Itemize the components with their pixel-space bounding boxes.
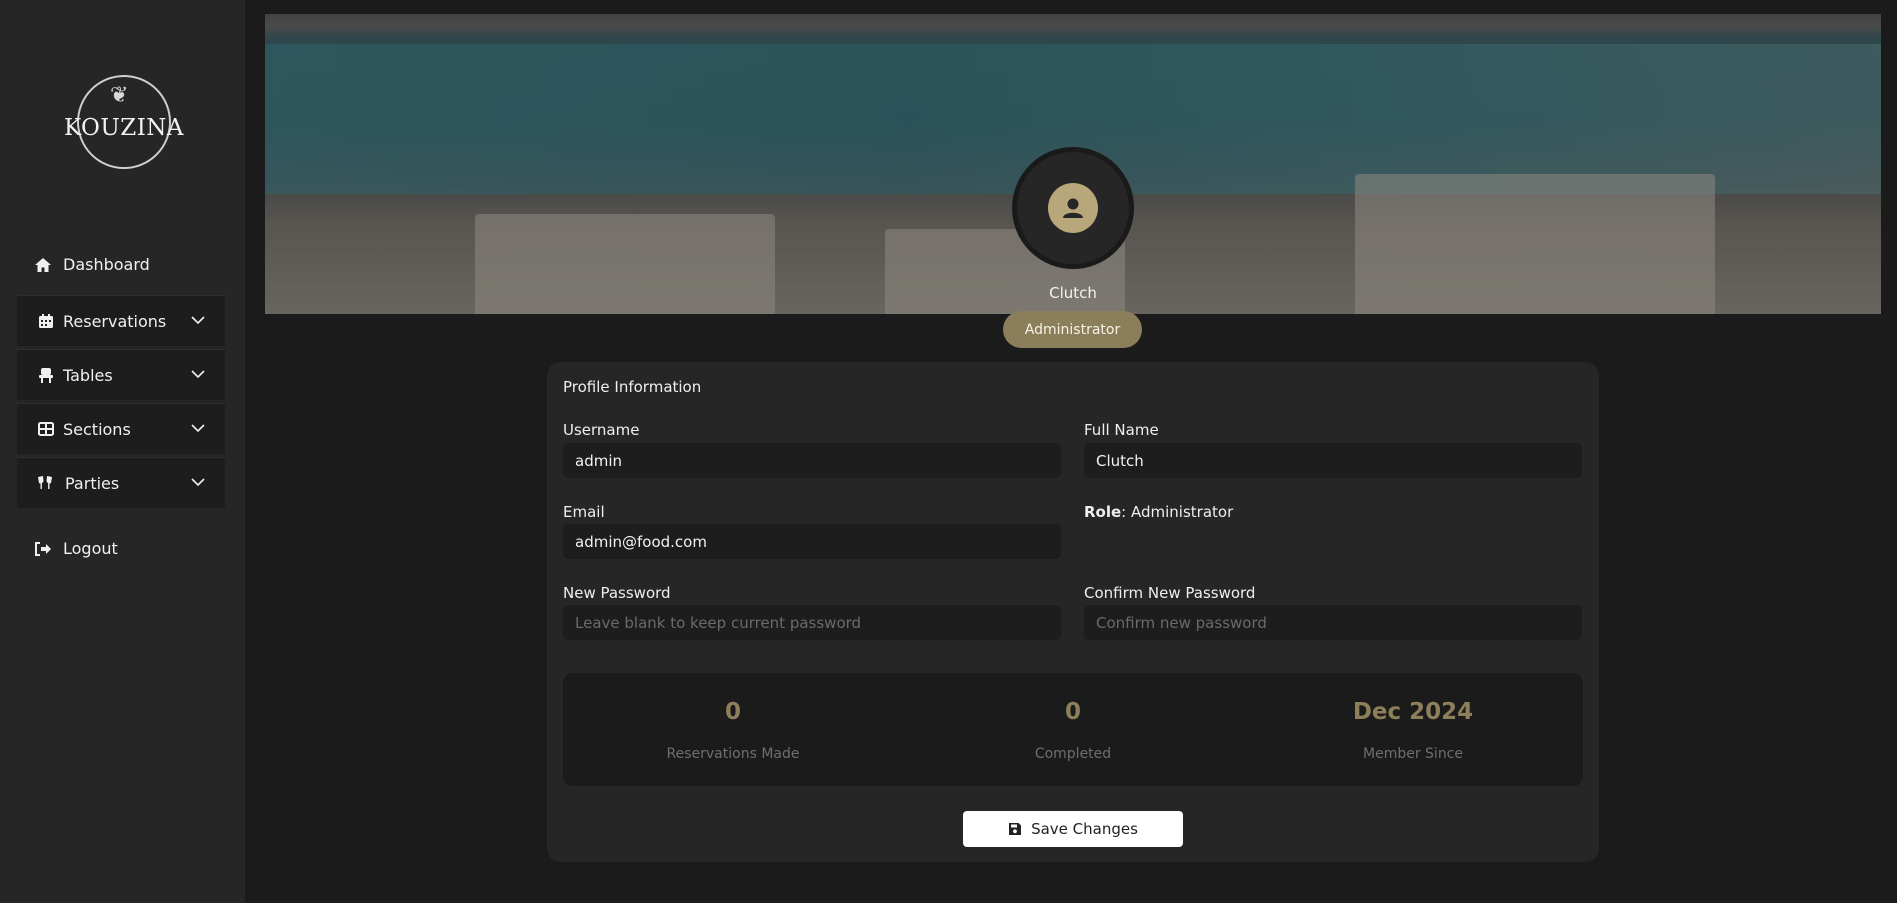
sidebar-item-tables[interactable]: Tables	[17, 349, 225, 400]
email-label: Email	[563, 503, 605, 521]
glasses-icon	[36, 474, 54, 492]
sidebar-item-label: Reservations	[63, 311, 167, 331]
chevron-down-icon	[191, 370, 205, 379]
sidebar-item-label: Dashboard	[63, 255, 150, 274]
stat-label: Reservations Made	[666, 746, 800, 762]
confirm-password-input[interactable]	[1084, 605, 1582, 640]
save-changes-button[interactable]: Save Changes	[963, 811, 1183, 847]
new-password-label: New Password	[563, 584, 671, 602]
role-label: Role	[1084, 503, 1122, 521]
stat-member-since: Dec 2024 Member Since	[1243, 673, 1583, 786]
role-field: Role: Administrator	[1084, 503, 1233, 521]
sidebar: ❦ KOUZINA Dashboard Reservations Tables …	[0, 0, 245, 903]
sidebar-item-logout[interactable]: Logout	[17, 523, 225, 574]
fullname-label: Full Name	[1084, 421, 1159, 439]
calendar-icon	[37, 312, 55, 330]
floppy-disk-icon	[1009, 823, 1022, 835]
home-icon	[34, 256, 52, 274]
sidebar-item-label: Tables	[63, 365, 113, 385]
logout-icon	[34, 540, 52, 558]
username-label: Username	[563, 421, 640, 439]
sidebar-item-parties[interactable]: Parties	[17, 457, 225, 508]
sidebar-item-sections[interactable]: Sections	[17, 403, 225, 454]
stat-completed: 0 Completed	[903, 673, 1243, 786]
user-icon	[1048, 183, 1098, 233]
sidebar-item-dashboard[interactable]: Dashboard	[17, 239, 225, 290]
sidebar-item-label: Parties	[65, 473, 120, 493]
card-title: Profile Information	[563, 378, 702, 396]
brand-name: KOUZINA	[63, 115, 185, 141]
grid-icon	[37, 420, 55, 438]
sidebar-item-reservations[interactable]: Reservations	[17, 295, 225, 346]
stat-label: Member Since	[1363, 746, 1463, 762]
brand-logo[interactable]: ❦ KOUZINA	[62, 75, 184, 173]
new-password-input[interactable]	[563, 605, 1061, 640]
confirm-password-label: Confirm New Password	[1084, 584, 1256, 602]
stat-reservations: 0 Reservations Made	[563, 673, 903, 786]
olive-branch-icon: ❦	[110, 83, 129, 108]
profile-name: Clutch	[1049, 284, 1097, 302]
avatar[interactable]	[1012, 147, 1134, 269]
save-button-label: Save Changes	[1031, 820, 1138, 838]
stat-value: 0	[1064, 699, 1081, 725]
stats-panel: 0 Reservations Made 0 Completed Dec 2024…	[563, 673, 1583, 786]
chevron-down-icon	[191, 478, 205, 487]
sidebar-item-label: Logout	[63, 539, 118, 558]
email-input[interactable]	[563, 524, 1061, 559]
chair-icon	[37, 366, 55, 384]
username-input[interactable]	[563, 443, 1061, 478]
stat-value: 0	[724, 699, 741, 725]
sidebar-item-label: Sections	[63, 419, 131, 439]
role-badge: Administrator	[1003, 311, 1142, 348]
stat-label: Completed	[1034, 746, 1112, 762]
chevron-down-icon	[191, 316, 205, 325]
chevron-down-icon	[191, 424, 205, 433]
profile-card: Profile Information Username Full Name E…	[547, 362, 1599, 862]
stat-value: Dec 2024	[1352, 699, 1474, 725]
role-value: : Administrator	[1121, 503, 1234, 521]
fullname-input[interactable]	[1084, 443, 1582, 478]
